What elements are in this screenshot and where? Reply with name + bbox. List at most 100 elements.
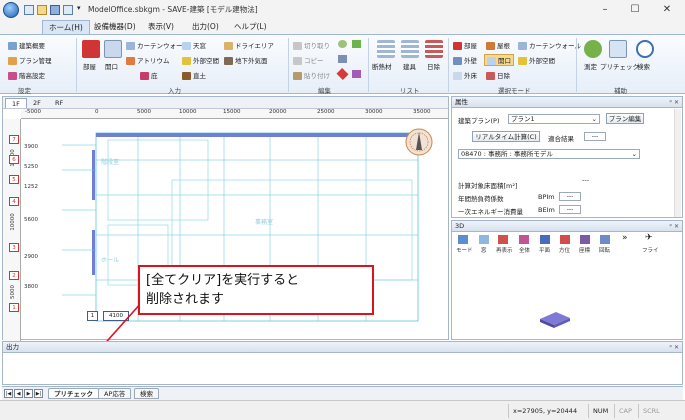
measure-icon[interactable] (584, 40, 602, 58)
precheck-icon[interactable] (609, 40, 627, 58)
mode-icon[interactable] (458, 235, 468, 244)
3d-view-panel[interactable]: 3D ᵖ ✕ » ✈ モード 窓 再表示 全体 平面 方位 座標 回転 フライ (451, 220, 683, 340)
opening-icon[interactable] (104, 40, 122, 58)
save-icon[interactable] (50, 5, 60, 15)
fitting-icon[interactable] (401, 40, 419, 58)
fitting-list-button[interactable]: 建具 (403, 61, 416, 71)
dry-area-button[interactable]: ドライエリア (224, 40, 274, 50)
compass-icon[interactable] (560, 235, 570, 244)
properties-icon[interactable] (352, 70, 361, 78)
measure-button[interactable]: 測定 (584, 61, 597, 71)
level-marker[interactable]: 4 (9, 197, 19, 206)
basement-wall-button[interactable]: 地下外気面 (224, 55, 268, 65)
redo-icon[interactable] (338, 55, 347, 63)
room-icon[interactable] (82, 40, 100, 58)
select-icon[interactable] (352, 40, 361, 48)
delete-icon[interactable] (336, 67, 349, 81)
level-marker[interactable]: 2 (9, 271, 19, 280)
window-icon[interactable] (479, 235, 489, 244)
cut-button[interactable]: 切り取り (293, 40, 330, 50)
curtainwall-button[interactable]: カーテンウォール (126, 40, 189, 50)
coordinate-icon[interactable] (580, 235, 590, 244)
next-tab-button[interactable]: ▶ (24, 389, 33, 398)
realtime-calc-button[interactable]: リアルタイム計算(C) (472, 131, 540, 142)
tab-help[interactable]: ヘルプ(L) (228, 20, 273, 34)
plan-select[interactable]: プラン1 ⌄ (508, 114, 600, 124)
select-room-button[interactable]: 部屋 (453, 40, 477, 50)
plan-view-icon[interactable] (540, 235, 550, 244)
insulation-list-button[interactable]: 断熱材 (372, 61, 392, 71)
copy-button[interactable]: コピー (293, 55, 324, 65)
search-icon[interactable] (636, 40, 654, 58)
select-opening-button[interactable]: 開口 (484, 54, 514, 66)
level-marker[interactable]: 7 (9, 135, 19, 144)
last-tab-button[interactable]: ▶| (34, 389, 43, 398)
full-view-icon[interactable] (519, 235, 529, 244)
fly-icon[interactable]: ✈ (645, 233, 653, 243)
tab-floor-2f[interactable]: 2F (27, 98, 47, 108)
first-tab-button[interactable]: |◀ (4, 389, 13, 398)
room-label[interactable]: 階段室 (101, 157, 119, 166)
level-marker[interactable]: 6 (9, 155, 19, 164)
maximize-button[interactable]: ☐ (620, 1, 650, 19)
precheck-button[interactable]: プリチェック (600, 61, 639, 71)
sunshade-icon[interactable] (425, 40, 443, 58)
application-menu-button[interactable] (3, 2, 19, 18)
level-marker[interactable]: 1 (9, 303, 19, 312)
panel-pin-close-icon[interactable]: ᵖ ✕ (669, 221, 679, 232)
new-file-icon[interactable] (24, 5, 34, 15)
atrium-button[interactable]: アトリウム (126, 55, 170, 65)
tab-home[interactable]: ホーム(H) (42, 20, 90, 34)
eaves-button[interactable]: 庇 (140, 70, 158, 80)
tab-equipment[interactable]: 設備機器(D) (88, 20, 142, 34)
select-sunshade-button[interactable]: 日除 (486, 70, 510, 80)
tab-precheck[interactable]: プリチェック (48, 388, 99, 399)
panel-pin-close-icon[interactable]: ᵖ ✕ (669, 97, 679, 108)
refresh-icon[interactable] (498, 235, 508, 244)
opening-big-label[interactable]: 開口 (105, 61, 118, 71)
room-big-label[interactable]: 部屋 (83, 61, 96, 71)
prev-tab-button[interactable]: ◀ (14, 389, 23, 398)
skylight-button[interactable]: 天窓 (182, 40, 206, 50)
plan-manage-button[interactable]: プラン管理 (8, 55, 52, 65)
building-overview-button[interactable]: 建築概要 (8, 40, 45, 50)
open-folder-icon[interactable] (37, 5, 47, 15)
plan-edit-button[interactable]: プラン編集 (606, 113, 644, 124)
rotate-icon[interactable] (600, 235, 610, 244)
tab-floor-1f[interactable]: 1F (5, 98, 27, 108)
room-label[interactable]: 事務室 (255, 217, 273, 226)
select-outer-floor-button[interactable]: 外床 (453, 70, 477, 80)
select-curtainwall-button[interactable]: カーテンウォール (518, 40, 581, 50)
select-roof-button[interactable]: 屋根 (486, 40, 510, 50)
building-type-select[interactable]: 08470 : 事務所 : 事務所モデル ⌄ (458, 149, 640, 159)
caps-lock-indicator: CAP (614, 404, 636, 418)
paste-button[interactable]: 貼り付け (293, 70, 330, 80)
group-label-settings: 設定 (18, 87, 31, 95)
tab-output[interactable]: 出力(O) (186, 20, 225, 34)
quick-access-dropdown-icon[interactable]: ▾ (77, 4, 81, 12)
panel-pin-close-icon[interactable]: ᵖ ✕ (669, 342, 679, 353)
tab-ap-response[interactable]: AP応答 (98, 388, 132, 399)
more-icon[interactable]: » (622, 233, 628, 243)
room-label[interactable]: ホール (101, 255, 119, 264)
group-separator (76, 38, 77, 92)
3d-building-model[interactable] (538, 309, 572, 329)
insulation-icon[interactable] (377, 40, 395, 58)
select-outer-space-button[interactable]: 外部空間 (518, 55, 555, 65)
level-marker[interactable]: 3 (9, 243, 19, 252)
tab-floor-rf[interactable]: RF (49, 98, 69, 108)
properties-scrollbar[interactable] (674, 109, 681, 217)
tab-search[interactable]: 検索 (134, 388, 159, 399)
level-marker[interactable]: 5 (9, 175, 19, 184)
floor-height-button[interactable]: 階高設定 (8, 70, 45, 80)
tab-view[interactable]: 表示(V) (142, 20, 180, 34)
soil-contact-button[interactable]: 直土 (182, 70, 206, 80)
outer-space-button[interactable]: 外部空間 (182, 55, 219, 65)
clear-icon[interactable] (338, 40, 347, 48)
search-button[interactable]: 検索 (637, 61, 650, 71)
undo-icon[interactable] (63, 5, 73, 15)
close-button[interactable]: ✕ (652, 1, 682, 19)
select-outer-wall-button[interactable]: 外壁 (453, 55, 477, 65)
minimize-button[interactable]: – (590, 1, 620, 19)
sunshade-list-button[interactable]: 日除 (427, 61, 440, 71)
